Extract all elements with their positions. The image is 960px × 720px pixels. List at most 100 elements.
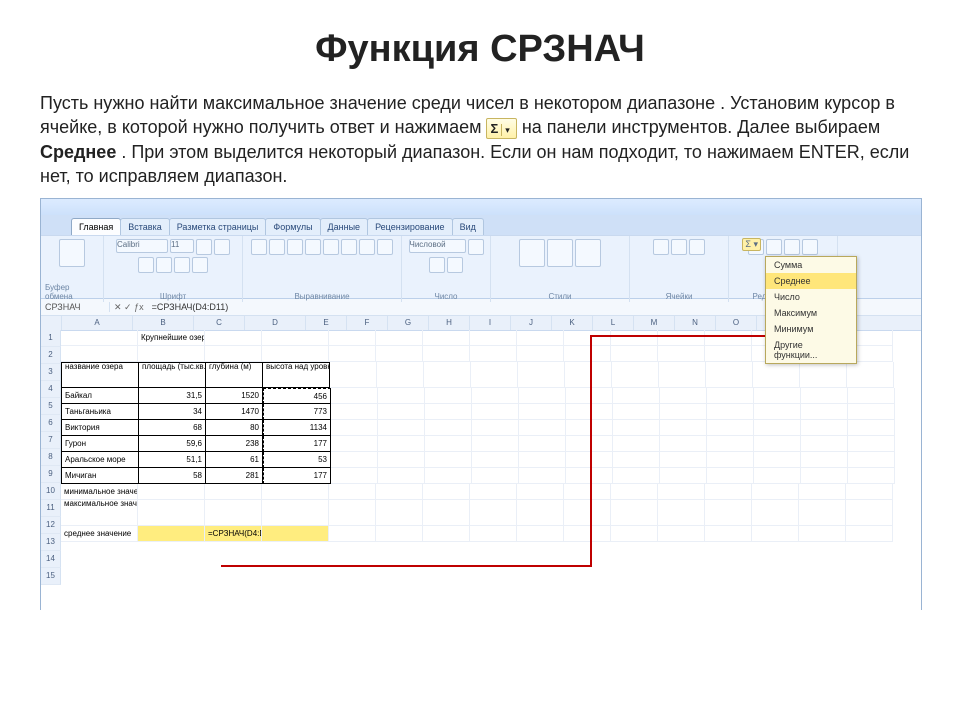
format-table-icon[interactable]	[547, 239, 573, 267]
comma-icon[interactable]	[447, 257, 463, 273]
cell[interactable]: 53	[263, 452, 331, 468]
cell[interactable]	[472, 468, 519, 484]
sheet-body[interactable]: Крупнейшие озера мираназвание озераплоща…	[61, 330, 921, 612]
cell[interactable]	[754, 404, 801, 420]
cell[interactable]	[330, 362, 377, 388]
cell[interactable]	[517, 500, 564, 526]
cell[interactable]	[566, 404, 613, 420]
cell[interactable]	[378, 420, 425, 436]
cell[interactable]	[705, 500, 752, 526]
row-header[interactable]: 6	[41, 415, 61, 432]
cell[interactable]	[519, 452, 566, 468]
cell[interactable]: площадь (тыс.кв.км)	[139, 362, 206, 388]
cell[interactable]: 61	[206, 452, 263, 468]
cell[interactable]	[705, 330, 752, 346]
cell[interactable]: минимальное значение	[61, 484, 138, 500]
cell[interactable]: 177	[263, 468, 331, 484]
cell[interactable]	[848, 404, 895, 420]
border-icon[interactable]	[156, 257, 172, 273]
cell[interactable]	[707, 388, 754, 404]
cell[interactable]	[705, 346, 752, 362]
cell[interactable]	[800, 362, 847, 388]
cell[interactable]	[472, 452, 519, 468]
formula-input[interactable]: =СРЗНАЧ(D4:D11)	[148, 302, 233, 312]
font-size-selector[interactable]: 11	[170, 239, 194, 253]
cell[interactable]	[660, 452, 707, 468]
column-header[interactable]: L	[593, 316, 634, 330]
column-header[interactable]: I	[470, 316, 511, 330]
align-middle-icon[interactable]	[269, 239, 285, 255]
cell[interactable]	[517, 330, 564, 346]
cell[interactable]	[848, 388, 895, 404]
autosum-menu-item[interactable]: Максимум	[766, 305, 856, 321]
cell[interactable]	[706, 362, 753, 388]
row-header[interactable]: 3	[41, 364, 61, 381]
cell[interactable]: 58	[139, 468, 206, 484]
cell[interactable]	[378, 436, 425, 452]
cell[interactable]	[517, 346, 564, 362]
cell[interactable]	[519, 404, 566, 420]
cell[interactable]	[377, 362, 424, 388]
cell[interactable]	[846, 526, 893, 542]
name-box[interactable]: СРЗНАЧ	[41, 302, 110, 312]
cell[interactable]	[707, 436, 754, 452]
cell[interactable]	[205, 484, 262, 500]
underline-icon[interactable]	[138, 257, 154, 273]
cell[interactable]	[425, 468, 472, 484]
sigma-button-inline[interactable]: Σ▾	[486, 118, 516, 140]
cell[interactable]	[801, 436, 848, 452]
column-header[interactable]: H	[429, 316, 470, 330]
cell[interactable]	[613, 420, 660, 436]
cell[interactable]	[423, 484, 470, 500]
cell[interactable]	[519, 436, 566, 452]
cell[interactable]	[517, 526, 564, 542]
cell[interactable]	[472, 388, 519, 404]
cell[interactable]	[611, 500, 658, 526]
cell[interactable]	[329, 500, 376, 526]
cell[interactable]	[565, 362, 612, 388]
cell[interactable]	[848, 436, 895, 452]
cell[interactable]	[754, 452, 801, 468]
cell[interactable]	[262, 500, 329, 526]
column-header[interactable]: K	[552, 316, 593, 330]
cell[interactable]: 51,1	[139, 452, 206, 468]
cell[interactable]	[660, 404, 707, 420]
cell[interactable]	[752, 484, 799, 500]
ribbon-tab[interactable]: Вид	[452, 218, 484, 235]
sort-icon[interactable]	[784, 239, 800, 255]
cell[interactable]	[472, 420, 519, 436]
cell[interactable]	[799, 484, 846, 500]
cell[interactable]: 281	[206, 468, 263, 484]
currency-icon[interactable]	[468, 239, 484, 255]
cell[interactable]	[707, 420, 754, 436]
cell[interactable]: 80	[206, 420, 263, 436]
cell[interactable]	[801, 452, 848, 468]
cell[interactable]	[707, 452, 754, 468]
row-header[interactable]: 7	[41, 432, 61, 449]
cell[interactable]	[262, 484, 329, 500]
cell[interactable]	[329, 526, 376, 542]
cell[interactable]	[425, 388, 472, 404]
column-header[interactable]: N	[675, 316, 716, 330]
cell[interactable]	[611, 346, 658, 362]
ribbon-tab[interactable]: Вставка	[120, 218, 169, 235]
align-right-icon[interactable]	[359, 239, 375, 255]
cell[interactable]: 238	[206, 436, 263, 452]
cell[interactable]	[138, 484, 205, 500]
cell[interactable]	[425, 420, 472, 436]
cell[interactable]	[564, 526, 611, 542]
align-top-icon[interactable]	[251, 239, 267, 255]
percent-icon[interactable]	[429, 257, 445, 273]
column-header[interactable]: B	[133, 316, 194, 330]
cell[interactable]	[376, 330, 423, 346]
cell[interactable]	[138, 346, 205, 362]
cell[interactable]: глубина (м)	[206, 362, 263, 388]
cell[interactable]	[331, 468, 378, 484]
cell[interactable]	[517, 484, 564, 500]
align-left-icon[interactable]	[323, 239, 339, 255]
cell[interactable]	[564, 484, 611, 500]
cell[interactable]	[754, 468, 801, 484]
cell[interactable]: Аральское море	[61, 452, 139, 468]
cell[interactable]	[846, 484, 893, 500]
cell[interactable]	[331, 436, 378, 452]
